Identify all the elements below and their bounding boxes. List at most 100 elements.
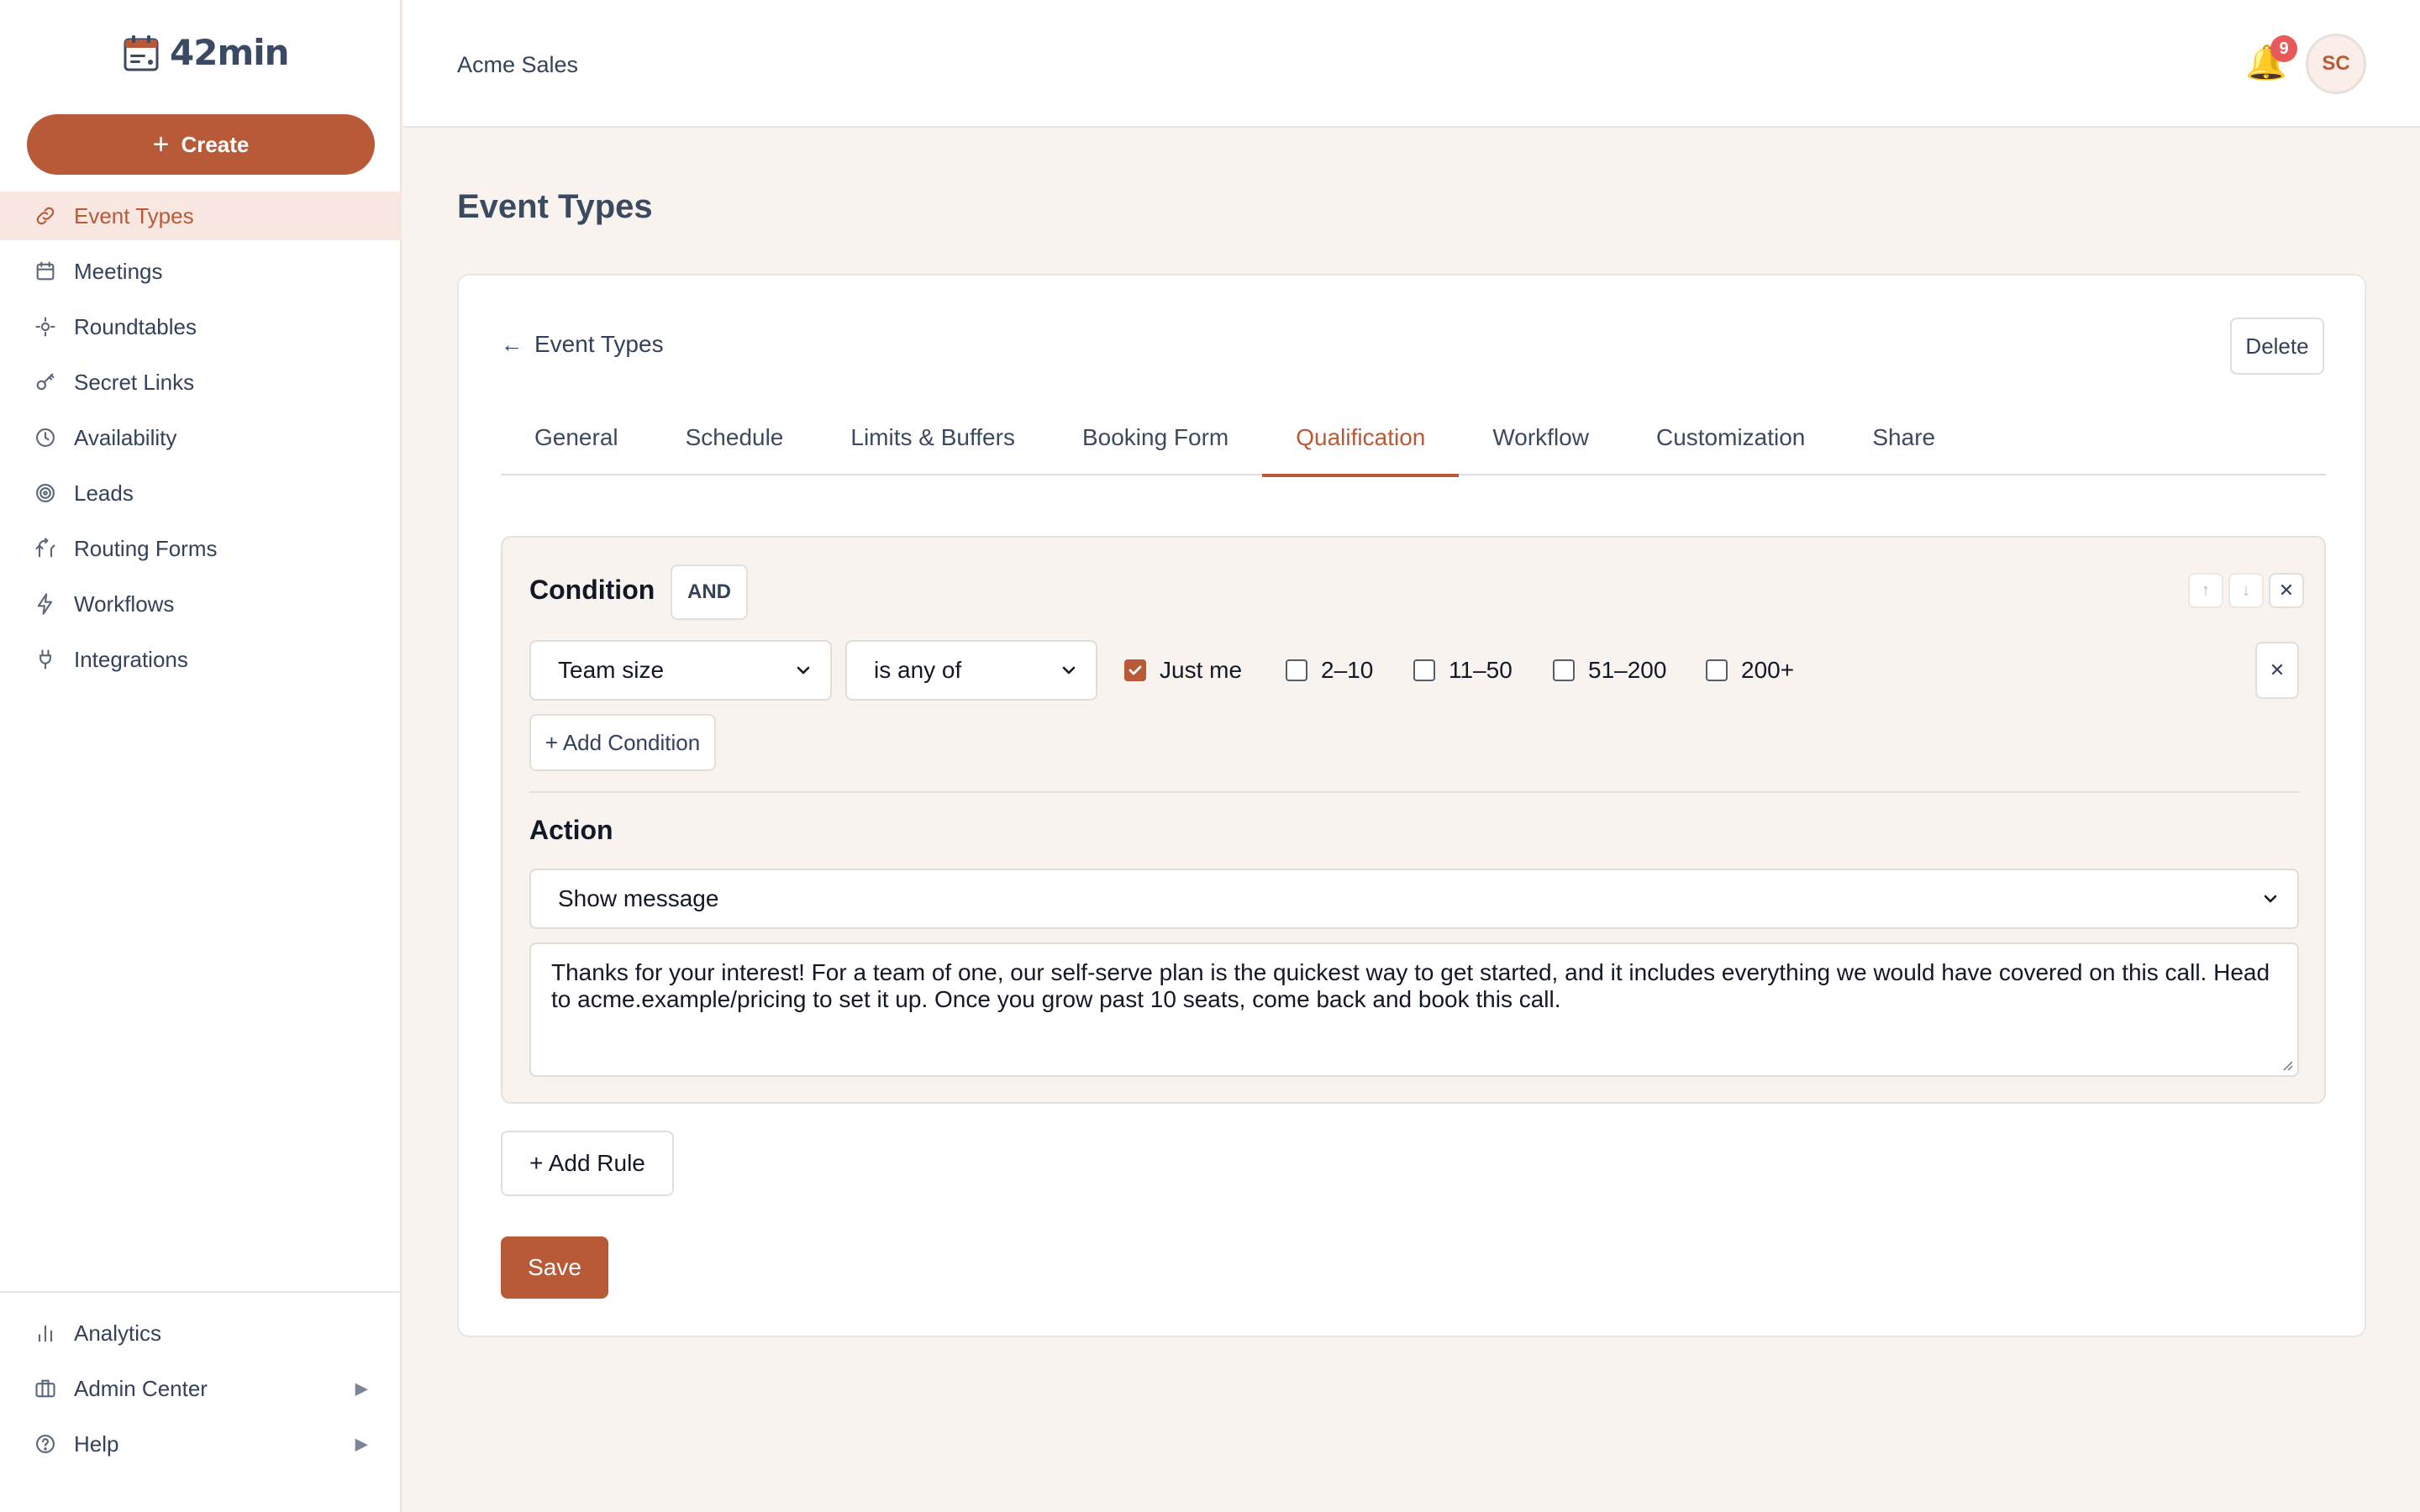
checkbox[interactable]	[1413, 659, 1435, 681]
resize-handle-icon[interactable]	[2281, 1058, 2294, 1072]
option-checkbox[interactable]: Just me	[1124, 640, 1242, 701]
sidebar-item-workflows[interactable]: Workflows	[0, 580, 402, 628]
option-checkbox[interactable]: 2–10	[1286, 640, 1373, 701]
option-label: 11–50	[1449, 657, 1512, 683]
tab-workflow[interactable]: Workflow	[1459, 400, 1623, 475]
sidebar: 42min + Create Event Types Meetings Roun…	[0, 0, 402, 1512]
rule-divider	[529, 791, 2299, 793]
delete-button[interactable]: Delete	[2230, 318, 2324, 375]
sidebar-item-label: Meetings	[74, 258, 163, 284]
create-label: Create	[181, 131, 250, 157]
sidebar-item-label: Admin Center	[74, 1375, 208, 1401]
sidebar-item-label: Workflows	[74, 591, 175, 617]
sidebar-item-label: Availability	[74, 424, 177, 450]
qualification-rule: Condition AND ↑ ↓ ✕ Team size is any of …	[501, 536, 2326, 1104]
app-logo[interactable]: 42min	[123, 32, 290, 73]
remove-rule-button[interactable]: ✕	[2269, 573, 2304, 608]
sidebar-item-event-types[interactable]: Event Types	[0, 192, 402, 240]
sidebar-item-label: Roundtables	[74, 313, 197, 339]
option-label: 2–10	[1321, 657, 1374, 683]
sidebar-item-analytics[interactable]: Analytics	[0, 1309, 402, 1357]
option-checkbox[interactable]: 51–200	[1553, 640, 1666, 701]
sidebar-item-roundtables[interactable]: Roundtables	[0, 302, 402, 351]
sidebar-item-label: Routing Forms	[74, 535, 218, 561]
move-down-button[interactable]: ↓	[2228, 573, 2264, 608]
plug-icon	[34, 648, 57, 671]
tab-general[interactable]: General	[501, 400, 652, 475]
plus-icon: +	[152, 129, 170, 160]
calendar-icon	[34, 260, 57, 283]
field-select[interactable]: Team size	[529, 640, 832, 701]
briefcase-icon	[34, 1377, 57, 1400]
option-label: Just me	[1160, 657, 1243, 683]
org-name[interactable]: Acme Sales	[457, 52, 578, 78]
save-button[interactable]: Save	[501, 1236, 608, 1299]
option-label: 200+	[1741, 657, 1795, 683]
expand-arrow-icon[interactable]: ▶	[355, 1434, 368, 1455]
sidebar-item-availability[interactable]: Availability	[0, 413, 402, 462]
sidebar-item-secret-links[interactable]: Secret Links	[0, 358, 402, 407]
sidebar-item-admin-center[interactable]: Admin Center ▶	[0, 1364, 402, 1413]
sidebar-bottom-nav: Analytics Admin Center ▶ Help ▶	[0, 1309, 402, 1475]
sidebar-item-label: Leads	[74, 480, 134, 506]
sidebar-item-help[interactable]: Help ▶	[0, 1420, 402, 1468]
condition-title: Condition	[529, 575, 655, 605]
option-label: 51–200	[1588, 657, 1667, 683]
sidebar-item-meetings[interactable]: Meetings	[0, 247, 402, 296]
message-textarea[interactable]: Thanks for your interest! For a team of …	[529, 942, 2299, 1077]
action-select[interactable]: Show message	[529, 869, 2299, 929]
action-title: Action	[529, 815, 613, 845]
checkbox[interactable]	[1286, 659, 1307, 681]
sidebar-divider	[0, 1291, 402, 1293]
arrow-left-icon: ←	[501, 331, 523, 357]
message-text: Thanks for your interest! For a team of …	[551, 959, 2270, 1012]
bar-chart-icon	[34, 1321, 57, 1345]
add-condition-button[interactable]: + Add Condition	[529, 714, 716, 771]
operator-toggle[interactable]: AND	[671, 564, 748, 620]
tab-booking-form[interactable]: Booking Form	[1049, 400, 1262, 475]
sidebar-item-label: Integrations	[74, 646, 188, 672]
checkbox[interactable]	[1553, 659, 1575, 681]
event-type-card: ← Event Types Delete General Schedule Li…	[457, 274, 2366, 1337]
tab-schedule[interactable]: Schedule	[652, 400, 818, 475]
tab-share[interactable]: Share	[1839, 400, 1969, 475]
option-checkbox[interactable]: 200+	[1706, 640, 1794, 701]
option-checkbox[interactable]: 11–50	[1413, 640, 1512, 701]
tab-customization[interactable]: Customization	[1623, 400, 1839, 475]
create-button[interactable]: + Create	[27, 114, 375, 175]
sidebar-item-routing-forms[interactable]: Routing Forms	[0, 524, 402, 573]
bolt-icon	[34, 592, 57, 616]
sidebar-item-integrations[interactable]: Integrations	[0, 635, 402, 684]
move-up-button[interactable]: ↑	[2188, 573, 2223, 608]
tab-qualification[interactable]: Qualification	[1262, 400, 1460, 477]
avatar[interactable]: SC	[2306, 34, 2366, 94]
topbar: Acme Sales 🔔 9 SC	[403, 0, 2420, 128]
app-name: 42min	[170, 32, 290, 73]
tab-limits-buffers[interactable]: Limits & Buffers	[817, 400, 1049, 475]
link-icon	[34, 204, 57, 228]
add-rule-button[interactable]: + Add Rule	[501, 1131, 674, 1196]
sidebar-nav: Event Types Meetings Roundtables Secret …	[0, 192, 402, 690]
sidebar-item-label: Analytics	[74, 1320, 162, 1346]
comparator-select[interactable]: is any of	[845, 640, 1097, 701]
sidebar-item-leads[interactable]: Leads	[0, 469, 402, 517]
close-icon: ✕	[2278, 580, 2295, 601]
back-link[interactable]: ← Event Types	[501, 331, 664, 358]
sidebar-item-label: Secret Links	[74, 369, 195, 395]
back-label: Event Types	[534, 331, 664, 357]
action-select-value: Show message	[558, 885, 719, 911]
sidebar-item-label: Help	[74, 1431, 119, 1457]
comparator-select-value: is any of	[874, 657, 962, 683]
target-icon	[34, 481, 57, 505]
close-icon: ✕	[2269, 659, 2286, 680]
arrow-up-icon: ↑	[2202, 580, 2210, 600]
remove-condition-button[interactable]: ✕	[2255, 642, 2299, 699]
checkbox[interactable]	[1706, 659, 1728, 681]
chevron-down-icon	[797, 666, 810, 675]
expand-arrow-icon[interactable]: ▶	[355, 1378, 368, 1399]
key-icon	[34, 370, 57, 394]
checkbox-checked[interactable]	[1124, 659, 1146, 681]
field-select-value: Team size	[558, 657, 665, 683]
chevron-down-icon	[2264, 895, 2277, 903]
roundtable-icon	[34, 315, 57, 339]
